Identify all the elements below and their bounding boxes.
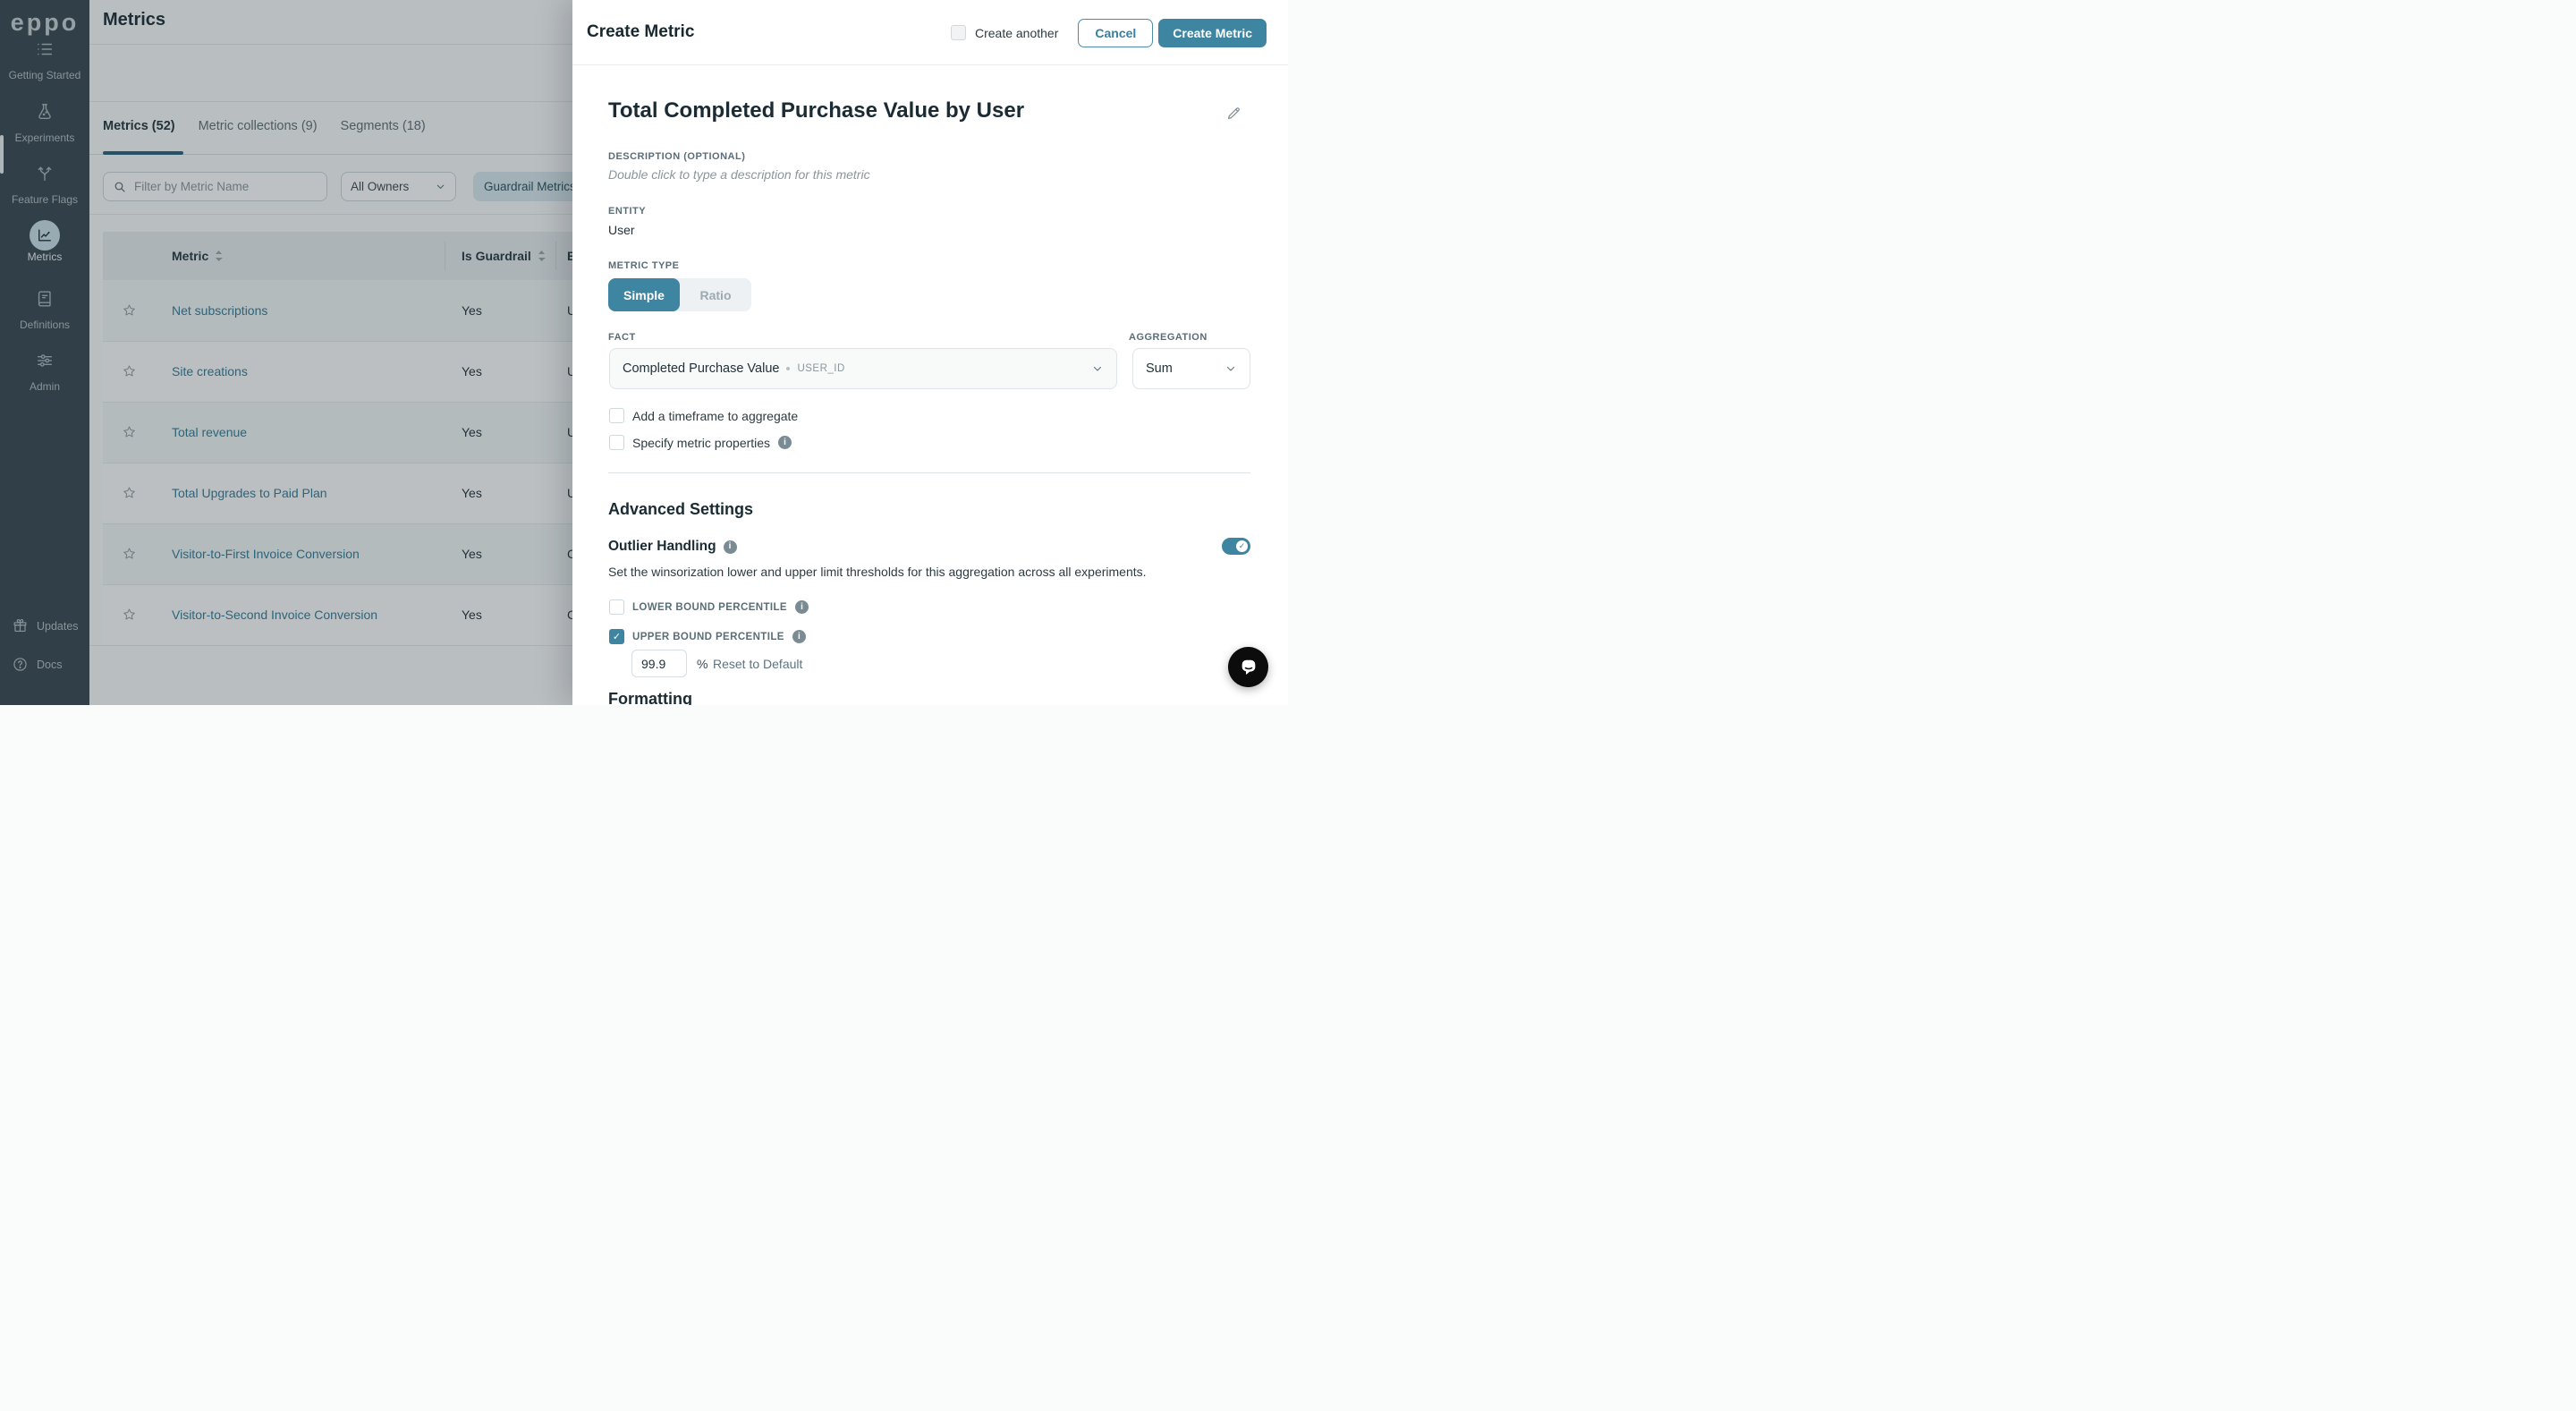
panel-title: Create Metric: [587, 22, 695, 41]
create-metric-button[interactable]: Create Metric: [1158, 18, 1267, 47]
upper-bound-percentile-input[interactable]: [631, 650, 687, 677]
fact-value: Completed Purchase Value: [623, 361, 780, 376]
create-another-checkbox[interactable]: [950, 25, 966, 40]
panel-body: Total Completed Purchase Value by User D…: [572, 66, 1288, 705]
aggregation-select[interactable]: Sum: [1132, 348, 1250, 389]
upper-bound-label: UPPER BOUND PERCENTILE: [632, 631, 784, 642]
chat-launcher-button[interactable]: [1228, 647, 1268, 687]
create-another-label: Create another: [974, 25, 1059, 40]
aggregation-value: Sum: [1146, 361, 1173, 376]
properties-checkbox-row[interactable]: Specify metric properties i: [609, 435, 792, 450]
timeframe-checkbox[interactable]: [609, 408, 624, 423]
create-metric-panel: Create Metric Create another Cancel Crea…: [572, 0, 1288, 705]
fact-select[interactable]: Completed Purchase Value USER_ID: [609, 348, 1117, 389]
upper-bound-checkbox[interactable]: ✓: [609, 629, 624, 644]
metric-type-ratio[interactable]: Ratio: [680, 278, 751, 311]
panel-header-actions: Create another Cancel Create Metric: [950, 0, 1267, 65]
info-icon[interactable]: i: [723, 540, 737, 554]
properties-checkbox[interactable]: [609, 435, 624, 450]
info-icon[interactable]: i: [795, 600, 809, 614]
outlier-description: Set the winsorization lower and upper li…: [608, 565, 1147, 579]
upper-bound-row[interactable]: ✓ UPPER BOUND PERCENTILE i: [609, 629, 806, 644]
cancel-button[interactable]: Cancel: [1078, 18, 1154, 47]
create-another-checkbox-row[interactable]: Create another: [950, 25, 1059, 40]
outlier-handling-toggle[interactable]: ✓: [1222, 538, 1250, 555]
percent-sign: %: [697, 657, 708, 671]
metric-type-segmented-control: Simple Ratio: [608, 278, 751, 311]
chevron-down-icon: [1091, 362, 1104, 375]
separator-dot: [786, 367, 791, 370]
app-screen: eppo Getting Started Experiments Feature…: [0, 0, 1288, 705]
lower-bound-row[interactable]: LOWER BOUND PERCENTILE i: [609, 599, 809, 615]
aggregation-label: AGGREGATION: [1129, 332, 1208, 343]
formatting-heading: Formatting: [608, 690, 692, 705]
description-placeholder[interactable]: Double click to type a description for t…: [608, 167, 870, 182]
scrollbar-thumb[interactable]: [0, 135, 4, 174]
fact-entity-key: USER_ID: [797, 363, 845, 374]
section-divider: [608, 472, 1250, 473]
entity-value: User: [608, 223, 635, 237]
edit-pencil-icon[interactable]: [1225, 105, 1242, 122]
reset-to-default-link[interactable]: Reset to Default: [713, 657, 802, 671]
chevron-down-icon: [1224, 362, 1237, 375]
panel-header: Create Metric Create another Cancel Crea…: [572, 0, 1288, 65]
timeframe-checkbox-row[interactable]: Add a timeframe to aggregate: [609, 408, 798, 423]
toggle-knob: ✓: [1236, 540, 1248, 552]
outlier-handling-heading: Outlier Handling i: [608, 539, 737, 555]
lower-bound-label: LOWER BOUND PERCENTILE: [632, 601, 787, 613]
metric-name-title: Total Completed Purchase Value by User: [608, 98, 1025, 123]
info-icon[interactable]: i: [778, 436, 792, 449]
advanced-settings-heading: Advanced Settings: [608, 500, 754, 518]
fact-label: FACT: [608, 332, 636, 343]
info-icon[interactable]: i: [792, 630, 806, 643]
properties-label: Specify metric properties: [632, 435, 771, 450]
metric-type-simple[interactable]: Simple: [608, 278, 680, 311]
lower-bound-checkbox[interactable]: [609, 599, 624, 615]
timeframe-label: Add a timeframe to aggregate: [632, 408, 799, 423]
description-label: DESCRIPTION (OPTIONAL): [608, 151, 746, 162]
entity-label: ENTITY: [608, 206, 647, 217]
metric-type-label: METRIC TYPE: [608, 260, 680, 271]
chat-bubble-icon: [1239, 658, 1258, 677]
